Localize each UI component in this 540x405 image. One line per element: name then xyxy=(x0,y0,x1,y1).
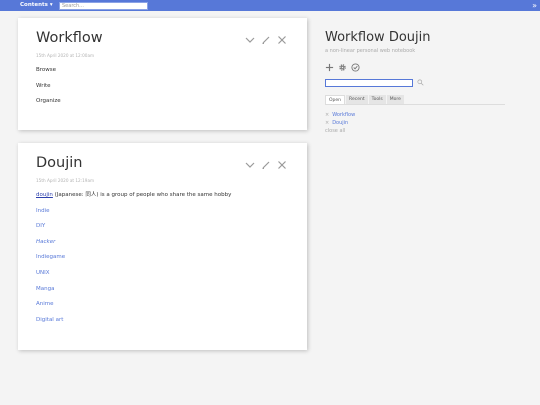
tiddler-title: Workflow xyxy=(36,30,103,46)
list-item: Organize xyxy=(36,98,61,104)
link-anime[interactable]: Anime xyxy=(36,301,54,307)
open-item-label: Doujin xyxy=(332,120,349,126)
tiddler-subtitle: 15th April 2020 at 12:00am xyxy=(36,53,95,58)
tiddler-body: Browse Write Organize xyxy=(36,66,61,113)
tab-open[interactable]: Open xyxy=(325,95,346,104)
list-item: Browse xyxy=(36,67,57,73)
close-icon[interactable] xyxy=(277,35,287,45)
link-manga[interactable]: Manga xyxy=(36,286,54,292)
chevron-down-icon[interactable] xyxy=(245,35,255,45)
list-item: Indie xyxy=(36,207,231,223)
sidebar-search-input[interactable] xyxy=(325,79,413,87)
list-item: DIY xyxy=(36,222,231,238)
open-item-label: Workflow xyxy=(332,112,356,118)
tiddler-controls xyxy=(245,160,287,170)
link-digital-art[interactable]: Digital art xyxy=(36,317,63,323)
list-item: Write xyxy=(36,82,51,89)
list-item: Digital art xyxy=(36,316,231,332)
tab-tools[interactable]: Tools xyxy=(368,95,386,104)
close-all-button[interactable]: close all xyxy=(325,127,355,135)
open-item-workflow[interactable]: × Workflow xyxy=(325,111,355,119)
doujin-link[interactable]: doujin xyxy=(36,192,53,198)
tab-more[interactable]: More xyxy=(386,95,404,104)
list-item: Anime xyxy=(36,300,231,316)
top-menu-bar: Contents ▾ » xyxy=(0,0,540,11)
gear-icon[interactable] xyxy=(338,63,347,72)
page-controls xyxy=(325,63,360,72)
list-item: UNIX xyxy=(36,269,231,285)
tiddler-subtitle: 15th April 2020 at 12:19am xyxy=(36,178,95,183)
open-tiddlers-list: × Workflow × Doujin close all xyxy=(325,111,355,135)
contents-button[interactable]: Contents ▾ xyxy=(20,1,53,10)
intro-line: doujin (Japanese: 同人) is a group of peop… xyxy=(36,191,231,207)
close-icon[interactable]: × xyxy=(325,112,329,118)
tiddler-body: doujin (Japanese: 同人) is a group of peop… xyxy=(36,191,231,331)
open-item-doujin[interactable]: × Doujin xyxy=(325,119,355,127)
tab-recent[interactable]: Recent xyxy=(346,95,368,104)
site-subtitle: a non-linear personal web notebook xyxy=(325,48,416,54)
tiddler-workflow: Workflow 15th April 2020 at 12:00am Brow… xyxy=(18,18,307,130)
list-item: Manga xyxy=(36,285,231,301)
list-item: Hacker xyxy=(36,238,231,254)
link-diy[interactable]: DIY xyxy=(36,223,45,229)
search-icon[interactable] xyxy=(417,79,424,86)
close-icon[interactable] xyxy=(277,160,287,170)
link-unix[interactable]: UNIX xyxy=(36,270,50,276)
tiddler-controls xyxy=(245,35,287,45)
intro-text: (Japanese: 同人) is a group of people who … xyxy=(52,192,232,198)
tiddler-doujin: Doujin 15th April 2020 at 12:19am doujin… xyxy=(18,143,307,350)
sidebar-tabs: Open Recent Tools More xyxy=(325,95,505,105)
link-indie[interactable]: Indie xyxy=(36,208,50,214)
list-item: Indiegame xyxy=(36,253,231,269)
link-hacker[interactable]: Hacker xyxy=(36,239,55,245)
chevron-down-icon[interactable] xyxy=(245,160,255,170)
link-indiegame[interactable]: Indiegame xyxy=(36,254,65,260)
plus-icon[interactable] xyxy=(325,63,334,72)
tiddler-title: Doujin xyxy=(36,155,83,171)
close-icon[interactable]: × xyxy=(325,120,329,126)
site-title: Workflow Doujin xyxy=(325,30,431,45)
double-chevron-right-icon[interactable]: » xyxy=(532,0,537,11)
check-circle-icon[interactable] xyxy=(351,63,360,72)
edit-pencil-icon[interactable] xyxy=(261,35,271,45)
search-input[interactable] xyxy=(59,1,148,10)
edit-pencil-icon[interactable] xyxy=(261,160,271,170)
